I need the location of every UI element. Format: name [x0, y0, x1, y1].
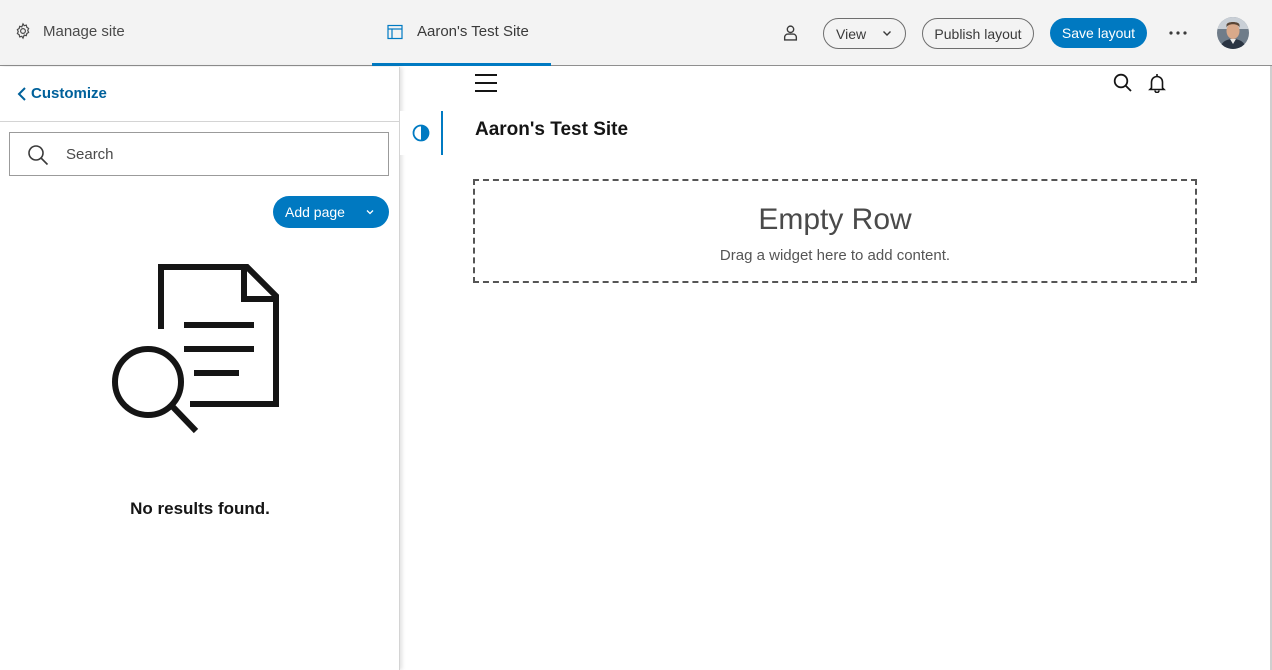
empty-row-hint: Drag a widget here to add content.: [719, 247, 951, 264]
person-icon[interactable]: [782, 24, 799, 41]
chevron-down-icon: [883, 31, 891, 36]
publish-layout-label: Publish layout: [934, 25, 1022, 42]
empty-row-title: Empty Row: [758, 203, 912, 236]
contrast-icon: [412, 124, 429, 142]
top-bar: Manage site Aaron's Test Site View Publi…: [0, 0, 1272, 66]
search-icon[interactable]: [1113, 73, 1132, 92]
search-field: [9, 132, 389, 176]
customize-panel: Customize Add page No results found.: [0, 67, 400, 670]
add-page-button[interactable]: Add page: [273, 196, 389, 228]
theme-toggle-tab[interactable]: [400, 111, 443, 155]
save-layout-button[interactable]: Save layout: [1050, 18, 1147, 48]
customize-back-link[interactable]: Customize: [17, 85, 107, 102]
avatar-image: [1217, 17, 1249, 49]
gear-icon: [16, 22, 30, 40]
publish-layout-button[interactable]: Publish layout: [922, 18, 1034, 49]
chevron-down-icon: [366, 210, 374, 215]
empty-row-dropzone[interactable]: Empty Row Drag a widget here to add cont…: [473, 179, 1197, 283]
document-search-icon: [112, 264, 279, 434]
manage-site-label: Manage site: [43, 22, 125, 40]
view-dropdown-button[interactable]: View: [823, 18, 906, 49]
tab-site[interactable]: Aaron's Test Site: [372, 0, 551, 66]
search-input[interactable]: [66, 143, 366, 165]
hamburger-icon[interactable]: [475, 73, 497, 93]
layout-icon: [387, 24, 403, 39]
more-icon[interactable]: [1168, 24, 1188, 42]
page-title: Aaron's Test Site: [475, 119, 629, 140]
chevron-left-icon: [17, 86, 26, 101]
customize-label: Customize: [31, 85, 107, 102]
save-layout-label: Save layout: [1061, 25, 1136, 41]
tab-site-label: Aaron's Test Site: [417, 23, 529, 40]
user-avatar[interactable]: [1217, 17, 1249, 49]
view-label: View: [836, 25, 867, 42]
no-results-message: No results found.: [130, 499, 270, 518]
bell-icon[interactable]: [1148, 73, 1166, 93]
panel-divider: [0, 121, 400, 122]
manage-site-button[interactable]: Manage site: [14, 22, 125, 40]
add-page-label: Add page: [285, 204, 345, 220]
search-icon: [28, 145, 49, 166]
